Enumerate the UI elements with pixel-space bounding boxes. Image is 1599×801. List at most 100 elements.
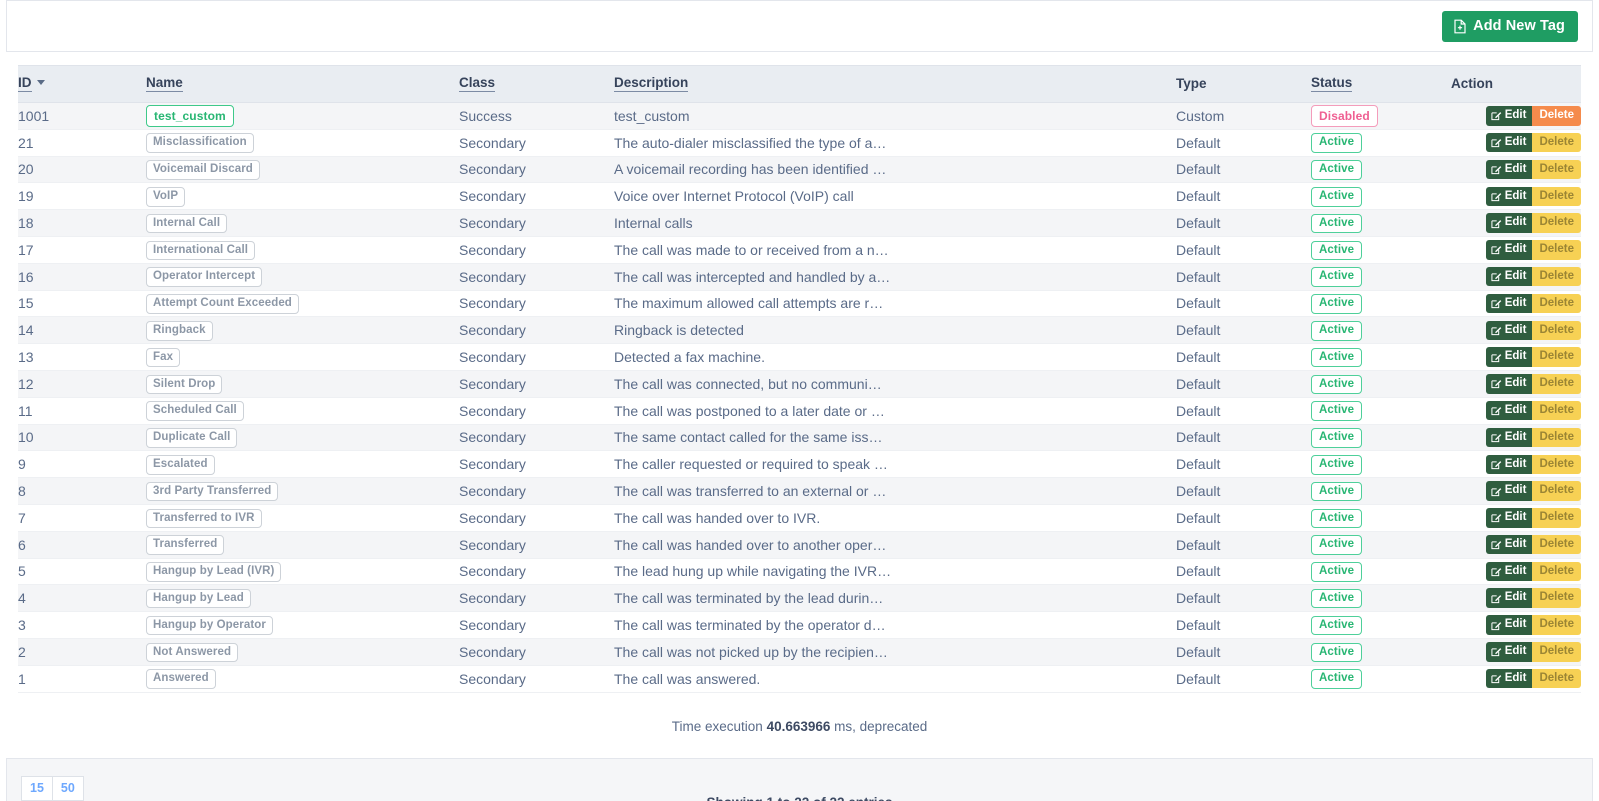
cell-class: Secondary xyxy=(459,504,614,532)
table-row: 19 VoIP Secondary Voice over Internet Proto… xyxy=(18,182,1581,211)
edit-button-label: Edit xyxy=(1504,618,1527,631)
cell-name: Not Answered xyxy=(146,638,459,666)
column-header-class[interactable]: Class xyxy=(459,65,614,103)
delete-button[interactable]: Delete xyxy=(1532,159,1581,180)
cell-type: Default xyxy=(1176,209,1311,237)
tag-name-pill: Escalated xyxy=(146,455,215,475)
column-header-action: Action xyxy=(1451,65,1581,103)
edit-button[interactable]: Edit xyxy=(1485,186,1533,207)
edit-button[interactable]: Edit xyxy=(1485,374,1533,394)
status-badge: Active xyxy=(1311,588,1363,609)
edit-button[interactable]: Edit xyxy=(1485,668,1533,689)
column-header-id[interactable]: ID xyxy=(18,65,146,103)
delete-button[interactable]: Delete xyxy=(1532,374,1581,394)
edit-button[interactable]: Edit xyxy=(1485,427,1533,448)
delete-button[interactable]: Delete xyxy=(1532,347,1581,367)
cell-class: Secondary xyxy=(459,584,614,613)
cell-status: Active xyxy=(1311,343,1451,371)
edit-button-label: Edit xyxy=(1504,323,1527,336)
delete-button[interactable]: Delete xyxy=(1532,213,1581,233)
edit-button[interactable]: Edit xyxy=(1485,534,1533,555)
edit-button[interactable]: Edit xyxy=(1485,561,1533,582)
tag-name-pill: International Call xyxy=(146,240,256,261)
delete-button[interactable]: Delete xyxy=(1532,266,1581,287)
edit-button[interactable]: Edit xyxy=(1485,481,1533,501)
delete-button[interactable]: Delete xyxy=(1532,320,1581,341)
edit-button[interactable]: Edit xyxy=(1485,347,1533,367)
delete-button[interactable]: Delete xyxy=(1532,561,1581,582)
delete-button[interactable]: Delete xyxy=(1532,293,1581,314)
cell-class: Secondary xyxy=(459,182,614,211)
pencil-square-icon xyxy=(1491,191,1502,202)
cell-description: The caller requested or required to spea… xyxy=(614,450,1176,479)
edit-button-label: Edit xyxy=(1504,269,1527,282)
pencil-square-icon xyxy=(1491,486,1502,497)
cell-name: 3rd Party Transferred xyxy=(146,477,459,505)
table-row: 16 Operator Intercept Secondary The call wa… xyxy=(18,263,1581,291)
status-badge: Active xyxy=(1311,374,1363,395)
pencil-square-icon xyxy=(1491,593,1502,604)
edit-button[interactable]: Edit xyxy=(1485,266,1533,287)
add-new-tag-button[interactable]: Add New Tag xyxy=(1442,10,1578,42)
delete-button[interactable]: Delete xyxy=(1532,615,1581,635)
edit-button[interactable]: Edit xyxy=(1485,240,1533,260)
page-size-50-button[interactable]: 50 xyxy=(52,775,84,801)
cell-id: 10 xyxy=(18,424,146,452)
edit-button[interactable]: Edit xyxy=(1485,454,1533,474)
edit-button[interactable]: Edit xyxy=(1485,293,1533,314)
edit-button[interactable]: Edit xyxy=(1485,615,1533,635)
delete-button[interactable]: Delete xyxy=(1532,400,1581,421)
delete-button[interactable]: Delete xyxy=(1532,642,1581,662)
column-header-description[interactable]: Description xyxy=(614,65,1176,103)
cell-type: Default xyxy=(1176,316,1311,345)
action-button-group: Edit Delete xyxy=(1451,374,1581,394)
status-badge: Active xyxy=(1311,669,1363,689)
delete-button[interactable]: Delete xyxy=(1532,132,1581,153)
table-row: 3 Hangup by Operator Secondary The call was… xyxy=(18,611,1581,639)
cell-action: Edit Delete xyxy=(1451,316,1581,345)
tag-name-pill: Answered xyxy=(146,669,216,689)
delete-button[interactable]: Delete xyxy=(1532,588,1581,608)
cell-type: Default xyxy=(1176,263,1311,291)
cell-description: Internal calls xyxy=(614,209,1176,237)
delete-button[interactable]: Delete xyxy=(1532,534,1581,555)
pencil-square-icon xyxy=(1491,432,1502,443)
edit-button-label: Edit xyxy=(1504,645,1527,658)
pencil-square-icon xyxy=(1491,218,1502,229)
cell-id: 7 xyxy=(18,504,146,532)
page-size-15-button[interactable]: 15 xyxy=(21,775,53,801)
delete-button[interactable]: Delete xyxy=(1532,186,1581,207)
delete-button[interactable]: Delete xyxy=(1532,427,1581,448)
status-badge: Active xyxy=(1311,133,1363,153)
column-header-name[interactable]: Name xyxy=(146,65,459,103)
cell-type: Default xyxy=(1176,611,1311,639)
edit-button-label: Edit xyxy=(1504,296,1527,309)
edit-button[interactable]: Edit xyxy=(1485,213,1533,233)
pencil-square-icon xyxy=(1491,405,1502,416)
delete-button[interactable]: Delete xyxy=(1532,508,1581,528)
delete-button[interactable]: Delete xyxy=(1532,240,1581,260)
table-row: 14 Ringback Secondary Ringback is detected D… xyxy=(18,316,1581,345)
cell-status: Active xyxy=(1311,450,1451,479)
cell-description: The call was terminated by the operator … xyxy=(614,611,1176,639)
status-badge: Active xyxy=(1311,321,1363,341)
delete-button[interactable]: Delete xyxy=(1532,481,1581,501)
edit-button[interactable]: Edit xyxy=(1485,400,1533,421)
edit-button[interactable]: Edit xyxy=(1485,320,1533,341)
file-plus-icon xyxy=(1453,19,1467,34)
cell-id: 21 xyxy=(18,129,146,157)
edit-button[interactable]: Edit xyxy=(1485,588,1533,608)
edit-button[interactable]: Edit xyxy=(1485,508,1533,528)
delete-button[interactable]: Delete xyxy=(1532,106,1581,126)
cell-class: Secondary xyxy=(459,209,614,237)
column-header-status[interactable]: Status xyxy=(1311,65,1451,103)
edit-button[interactable]: Edit xyxy=(1485,642,1533,662)
edit-button[interactable]: Edit xyxy=(1485,132,1533,153)
cell-action: Edit Delete xyxy=(1451,424,1581,452)
edit-button[interactable]: Edit xyxy=(1485,106,1533,126)
cell-status: Active xyxy=(1311,665,1451,693)
delete-button[interactable]: Delete xyxy=(1532,668,1581,689)
cell-type: Custom xyxy=(1176,102,1311,130)
edit-button[interactable]: Edit xyxy=(1485,159,1533,180)
delete-button[interactable]: Delete xyxy=(1532,454,1581,474)
